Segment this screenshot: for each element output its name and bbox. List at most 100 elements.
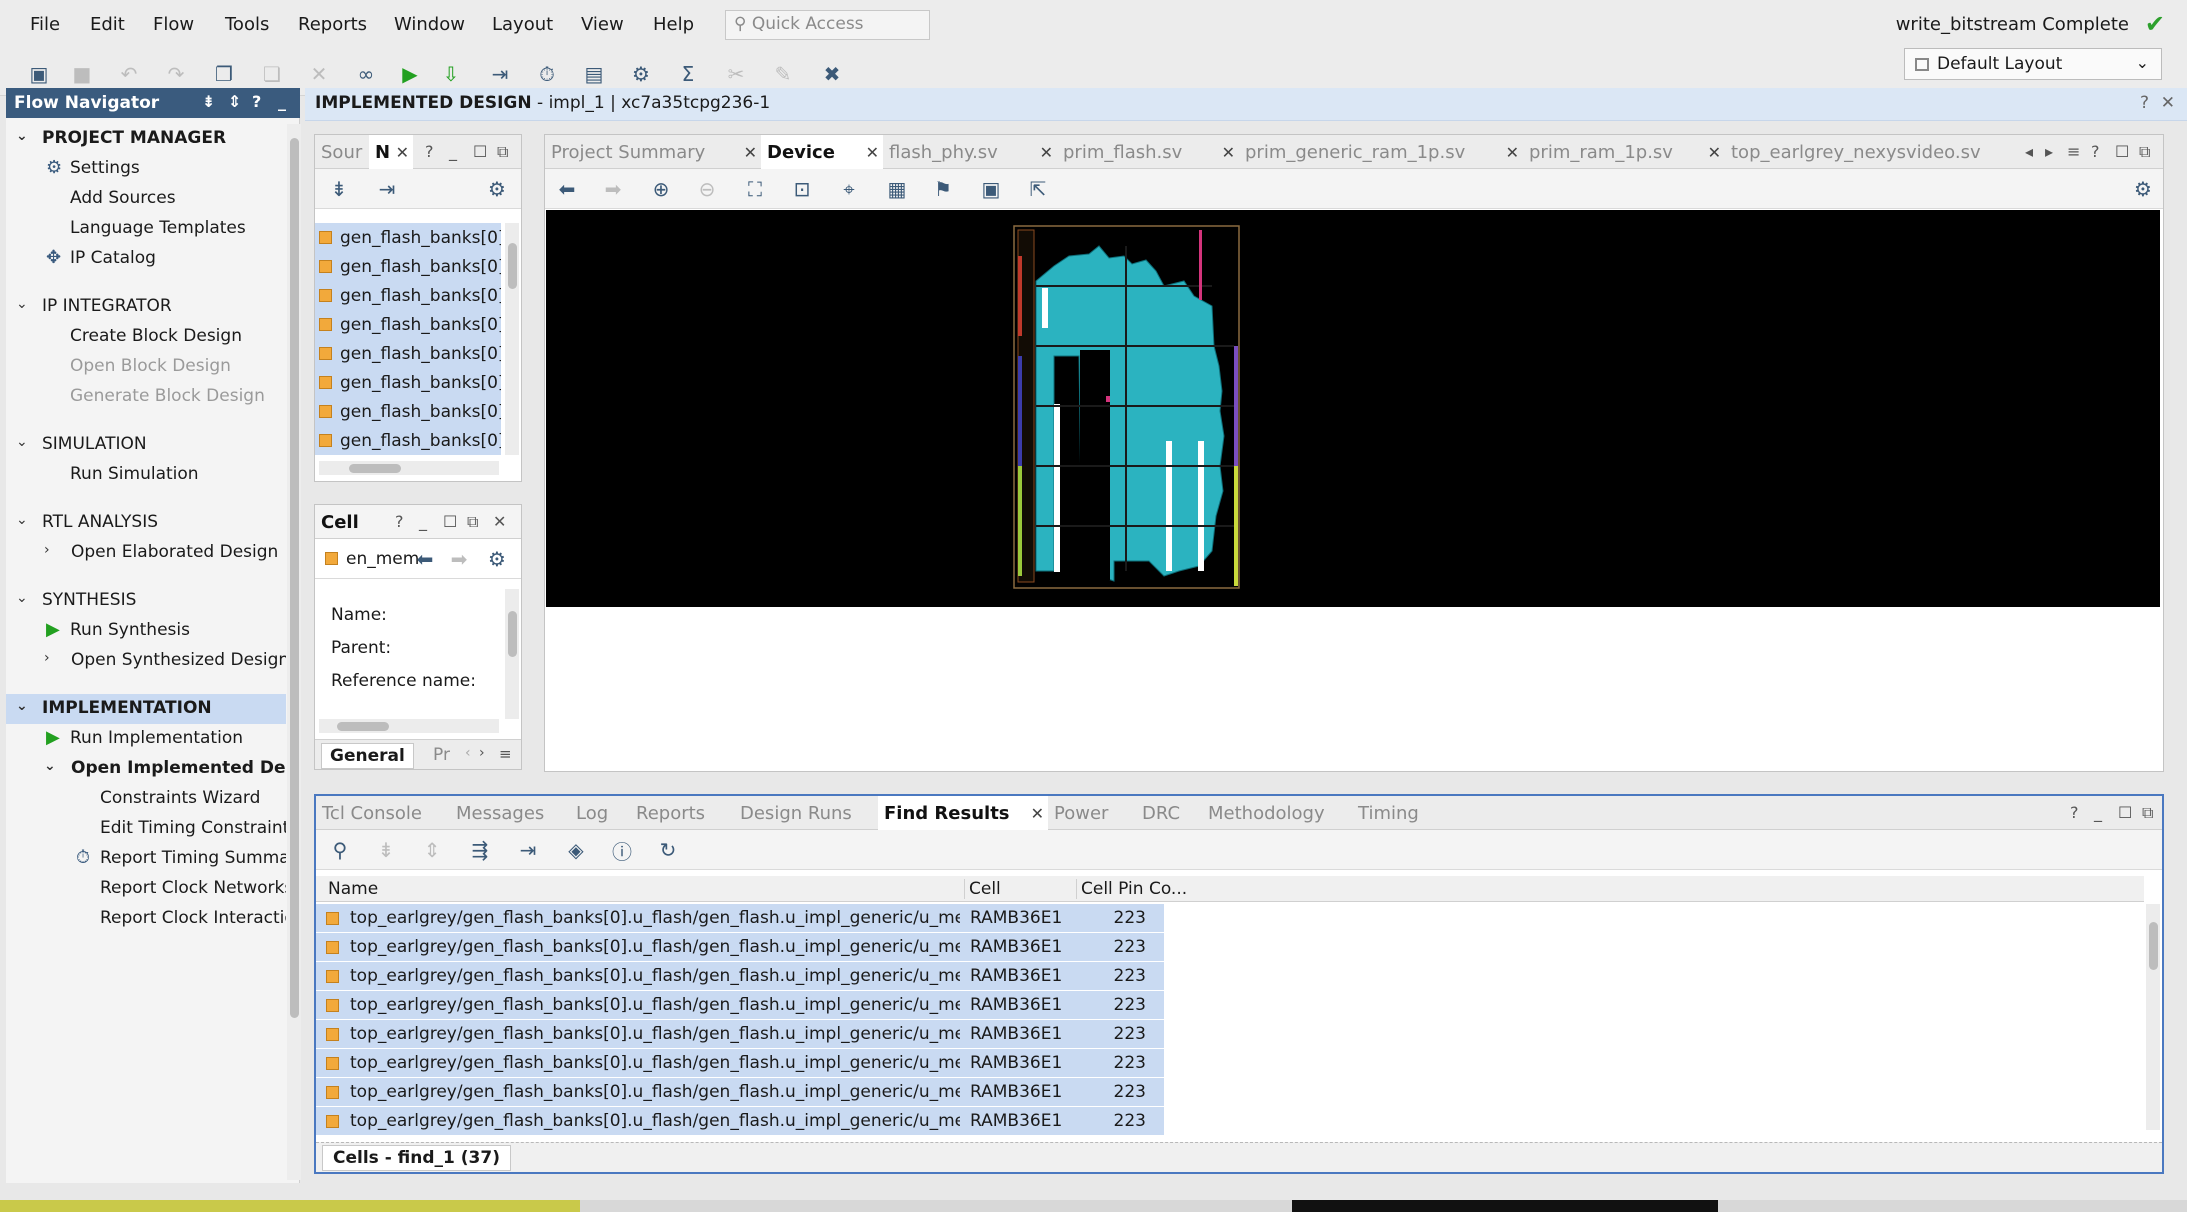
pblock-icon[interactable]: ⚑	[929, 175, 957, 203]
flow-nav-item[interactable]: ⏱ Report Timing Summary	[6, 844, 286, 874]
cell-selector[interactable]: en_mem	[321, 549, 419, 569]
flow-nav-item[interactable]: Report Clock Interaction	[6, 904, 286, 934]
col-name[interactable]: Name	[328, 879, 378, 899]
chevron-left-icon[interactable]: ◂	[2025, 142, 2033, 161]
help-icon[interactable]: ?	[2140, 93, 2149, 113]
tab-tcl-console[interactable]: Tcl Console	[316, 796, 450, 830]
routing-icon[interactable]: ▦	[883, 175, 911, 203]
float-icon[interactable]: ⧉	[2139, 142, 2150, 162]
menu-window[interactable]: Window	[394, 14, 465, 35]
help-icon[interactable]: ?	[2091, 142, 2100, 161]
chevron-right-icon[interactable]: ›	[479, 745, 485, 761]
binoculars-icon[interactable]: ∞	[352, 60, 380, 88]
flow-nav-item[interactable]: ▶ Run Implementation	[6, 724, 286, 754]
menu-help[interactable]: Help	[653, 14, 694, 35]
tab-prim-generic-ram[interactable]: prim_generic_ram_1p.sv ✕	[1239, 135, 1523, 169]
tab-messages[interactable]: Messages	[450, 796, 570, 830]
flow-nav-item[interactable]: ▶ Run Synthesis	[6, 616, 286, 646]
flow-nav-item[interactable]: Create Block Design	[6, 322, 286, 352]
zoom-in-icon[interactable]: ⊕	[647, 175, 675, 203]
netlist-row[interactable]: gen_flash_banks[0].	[315, 368, 501, 397]
float-icon[interactable]: ⧉	[467, 512, 478, 532]
chevron-right-icon[interactable]: ▸	[2045, 142, 2053, 161]
tools-icon[interactable]: ✖	[818, 60, 846, 88]
refresh-icon[interactable]: ↻	[654, 836, 682, 864]
zoom-out-icon[interactable]: ⊖	[693, 175, 721, 203]
float-icon[interactable]: ⧉	[497, 142, 508, 162]
search-icon[interactable]: ⚲	[326, 836, 354, 864]
zoom-fit-icon[interactable]: ⛶	[741, 175, 769, 203]
undo-icon[interactable]: ↶	[115, 60, 143, 88]
cell-vscroll[interactable]	[505, 589, 519, 719]
flow-nav-section[interactable]: ⌄ SIMULATION	[6, 430, 286, 460]
tab-power[interactable]: Power	[1048, 796, 1136, 830]
tab-methodology[interactable]: Methodology	[1202, 796, 1352, 830]
redo-icon[interactable]: ↷	[162, 60, 190, 88]
table-row[interactable]: top_earlgrey/gen_flash_banks[0].u_flash/…	[316, 1078, 2136, 1107]
flow-nav-item[interactable]: Report Clock Networks	[6, 874, 286, 904]
close-icon[interactable]: ✕	[396, 143, 409, 162]
flow-nav-section[interactable]: ⌄ IMPLEMENTATION	[6, 694, 286, 724]
collapse-all-icon[interactable]: ⇟	[202, 92, 215, 111]
maximize-icon[interactable]: ☐	[443, 512, 457, 531]
netlist-row[interactable]: gen_flash_banks[0].	[315, 397, 501, 426]
menu-reports[interactable]: Reports	[298, 14, 367, 35]
tab-top-earlgrey[interactable]: top_earlgrey_nexysvideo.sv	[1725, 135, 2027, 169]
crosshair-icon[interactable]: ⌖	[835, 175, 863, 203]
table-row[interactable]: top_earlgrey/gen_flash_banks[0].u_flash/…	[316, 991, 2136, 1020]
flow-nav-section[interactable]: ⌄ SYNTHESIS	[6, 586, 286, 616]
chevron-down-icon[interactable]: ⌄	[44, 758, 56, 774]
chevron-right-icon[interactable]: ›	[44, 650, 50, 666]
back-arrow-icon[interactable]: ⬅	[411, 545, 439, 573]
quick-access-input[interactable]: ⚲ Quick Access	[725, 10, 930, 40]
help-icon[interactable]: ?	[395, 512, 404, 531]
back-arrow-icon[interactable]: ⬅	[553, 175, 581, 203]
report-icon[interactable]: ▤	[580, 60, 608, 88]
chevron-left-icon[interactable]: ‹	[465, 745, 471, 761]
tab-find-results[interactable]: Find Results ✕	[878, 796, 1048, 830]
zoom-selection-icon[interactable]: ⊡	[788, 175, 816, 203]
netlist-hscroll[interactable]	[319, 461, 499, 475]
tab-design-runs[interactable]: Design Runs	[734, 796, 878, 830]
tab-drc[interactable]: DRC	[1136, 796, 1202, 830]
col-pin-count[interactable]: Cell Pin Co...	[1076, 879, 1187, 899]
menu-layout[interactable]: Layout	[492, 14, 553, 35]
close-icon[interactable]: ✕	[1506, 143, 1519, 162]
menu-flow[interactable]: Flow	[153, 14, 194, 35]
flow-nav-item[interactable]: ⌄ Open Implemented Design	[6, 754, 286, 784]
flow-navigator-scrollbar[interactable]	[287, 124, 301, 1180]
flow-nav-item[interactable]: › Open Elaborated Design	[6, 538, 286, 568]
results-vscroll[interactable]	[2146, 904, 2160, 1130]
save-icon[interactable]: ■	[68, 60, 96, 88]
mark-icon[interactable]: ◈	[562, 836, 590, 864]
chevron-down-icon[interactable]: ⌄	[16, 434, 28, 450]
netlist-row[interactable]: gen_flash_banks[0].	[315, 223, 501, 252]
table-row[interactable]: top_earlgrey/gen_flash_banks[0].u_flash/…	[316, 904, 2136, 933]
copy-icon[interactable]: ❐	[210, 60, 238, 88]
close-icon[interactable]: ✕	[744, 143, 757, 162]
info-icon[interactable]: ⓘ	[608, 836, 636, 864]
flow-nav-item[interactable]: Run Simulation	[6, 460, 286, 490]
tab-flash-phy[interactable]: flash_phy.sv ✕	[883, 135, 1057, 169]
close-icon[interactable]: ✕	[1222, 143, 1235, 162]
help-icon[interactable]: ?	[2070, 803, 2079, 822]
chevron-down-icon[interactable]: ⌄	[16, 590, 28, 606]
table-row[interactable]: top_earlgrey/gen_flash_banks[0].u_flash/…	[316, 933, 2136, 962]
tab-list-icon[interactable]: ≡	[2067, 142, 2080, 161]
generate-bitstream-icon[interactable]: ⇥	[486, 60, 514, 88]
fit-icon[interactable]: ⇱	[1024, 175, 1052, 203]
close-icon[interactable]: ✕	[1708, 143, 1721, 162]
chevron-down-icon[interactable]: ⌄	[16, 128, 28, 144]
maximize-icon[interactable]: ☐	[2115, 142, 2129, 161]
hierarchy-icon[interactable]: ⇶	[466, 836, 494, 864]
table-row[interactable]: top_earlgrey/gen_flash_banks[0].u_flash/…	[316, 1020, 2136, 1049]
chevron-right-icon[interactable]: ›	[44, 542, 50, 558]
minimize-icon[interactable]: _	[449, 142, 457, 161]
expand-all-icon[interactable]: ⇕	[418, 836, 446, 864]
flow-nav-item[interactable]: Language Templates	[6, 214, 286, 244]
flow-nav-section[interactable]: ⌄ PROJECT MANAGER	[6, 124, 286, 154]
gear-icon[interactable]: ⚙	[627, 60, 655, 88]
tab-properties[interactable]: Pr	[433, 745, 450, 765]
minimize-icon[interactable]: _	[2094, 803, 2102, 822]
jump-icon[interactable]: ⇥	[373, 175, 401, 203]
